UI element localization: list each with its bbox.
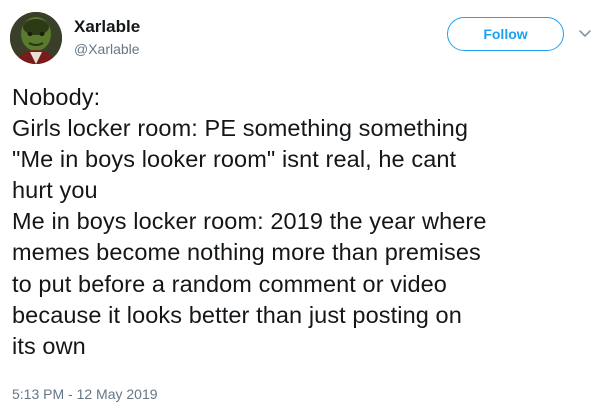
tweet-text-line: to put before a random comment or video: [12, 270, 447, 297]
tweet-text-line: "Me in boys looker room" isnt real, he c…: [12, 146, 457, 173]
tweet-header: Xarlable @Xarlable Follow: [10, 10, 591, 66]
display-name[interactable]: Xarlable: [74, 17, 140, 37]
tweet-text: Nobody: Girls locker room: PE something …: [12, 82, 590, 362]
follow-button[interactable]: Follow: [447, 17, 564, 51]
tweet-text-line: hurt you: [12, 177, 98, 204]
tweet-timestamp[interactable]: 5:13 PM - 12 May 2019: [12, 386, 158, 402]
avatar-image: [10, 12, 62, 64]
tweet-text-line: Me in boys locker room: 2019 the year wh…: [12, 208, 487, 235]
tweet-text-line: because it looks better than just postin…: [12, 301, 462, 328]
profile-avatar[interactable]: [10, 12, 62, 64]
tweet-card: Xarlable @Xarlable Follow Nobody: Girls …: [0, 0, 600, 419]
tweet-text-line: Nobody:: [12, 84, 101, 110]
chevron-down-icon[interactable]: [576, 24, 594, 42]
user-handle[interactable]: @Xarlable: [74, 41, 140, 57]
tweet-text-line: Girls locker room: PE something somethin…: [12, 115, 468, 142]
tweet-text-line: memes become nothing more than premises: [12, 239, 481, 266]
tweet-text-line: its own: [12, 332, 86, 359]
